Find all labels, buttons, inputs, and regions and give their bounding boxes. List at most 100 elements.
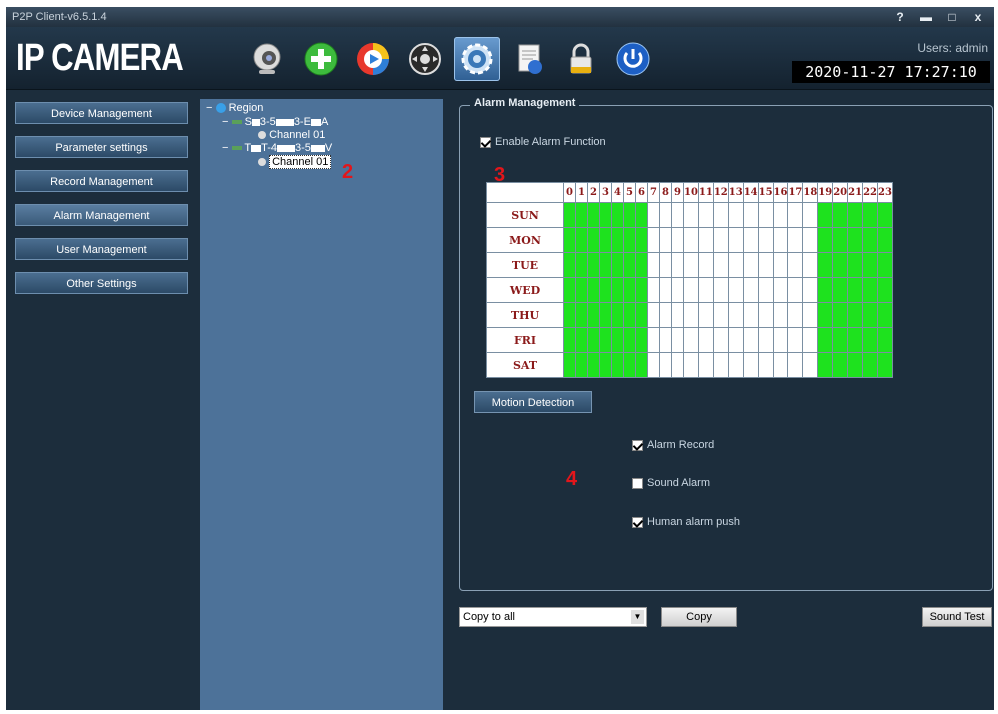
schedule-cell[interactable]: [599, 252, 612, 278]
schedule-cell[interactable]: [712, 302, 729, 328]
schedule-cell[interactable]: [876, 227, 893, 253]
schedule-cell[interactable]: [683, 252, 699, 278]
day-header[interactable]: MON: [486, 227, 564, 253]
schedule-cell[interactable]: [847, 352, 864, 378]
schedule-cell[interactable]: [575, 352, 588, 378]
schedule-cell[interactable]: [563, 302, 576, 328]
schedule-cell[interactable]: [757, 277, 774, 303]
hour-header[interactable]: 23: [876, 182, 893, 203]
sidebar-item-parameter-settings[interactable]: Parameter settings: [15, 136, 188, 158]
hour-header[interactable]: 8: [659, 182, 672, 203]
day-header[interactable]: SUN: [486, 202, 564, 228]
schedule-cell[interactable]: [817, 327, 834, 353]
schedule-cell[interactable]: [727, 302, 744, 328]
schedule-cell[interactable]: [697, 327, 714, 353]
schedule-cell[interactable]: [611, 302, 624, 328]
schedule-cell[interactable]: [817, 352, 834, 378]
schedule-cell[interactable]: [742, 352, 759, 378]
schedule-cell[interactable]: [847, 302, 864, 328]
sidebar-item-user-management[interactable]: User Management: [15, 238, 188, 260]
schedule-cell[interactable]: [659, 327, 672, 353]
day-header[interactable]: FRI: [486, 327, 564, 353]
lock-button[interactable]: [558, 37, 604, 81]
schedule-cell[interactable]: [802, 277, 819, 303]
schedule-cell[interactable]: [727, 352, 744, 378]
schedule-cell[interactable]: [847, 277, 864, 303]
schedule-cell[interactable]: [683, 352, 699, 378]
schedule-cell[interactable]: [832, 277, 849, 303]
schedule-cell[interactable]: [587, 227, 600, 253]
motion-detection-button[interactable]: Motion Detection: [474, 391, 592, 413]
hour-header[interactable]: 18: [802, 182, 819, 203]
schedule-cell[interactable]: [659, 252, 672, 278]
schedule-cell[interactable]: [635, 327, 648, 353]
sidebar-item-other-settings[interactable]: Other Settings: [15, 272, 188, 294]
schedule-cell[interactable]: [575, 302, 588, 328]
schedule-cell[interactable]: [802, 252, 819, 278]
schedule-cell[interactable]: [575, 252, 588, 278]
schedule-cell[interactable]: [876, 252, 893, 278]
schedule-cell[interactable]: [563, 277, 576, 303]
schedule-cell[interactable]: [802, 327, 819, 353]
schedule-cell[interactable]: [697, 352, 714, 378]
schedule-cell[interactable]: [623, 327, 636, 353]
schedule-cell[interactable]: [697, 277, 714, 303]
schedule-cell[interactable]: [599, 227, 612, 253]
schedule-cell[interactable]: [742, 277, 759, 303]
maximize-button[interactable]: □: [942, 9, 962, 25]
schedule-cell[interactable]: [587, 302, 600, 328]
schedule-cell[interactable]: [587, 277, 600, 303]
schedule-cell[interactable]: [659, 352, 672, 378]
schedule-cell[interactable]: [832, 327, 849, 353]
schedule-cell[interactable]: [683, 302, 699, 328]
schedule-cell[interactable]: [635, 227, 648, 253]
schedule-cell[interactable]: [802, 352, 819, 378]
help-button[interactable]: ?: [890, 9, 910, 25]
schedule-cell[interactable]: [563, 227, 576, 253]
schedule-cell[interactable]: [712, 227, 729, 253]
schedule-cell[interactable]: [876, 277, 893, 303]
schedule-cell[interactable]: [623, 202, 636, 228]
schedule-cell[interactable]: [647, 277, 660, 303]
schedule-cell[interactable]: [611, 352, 624, 378]
schedule-cell[interactable]: [659, 277, 672, 303]
schedule-cell[interactable]: [847, 327, 864, 353]
schedule-cell[interactable]: [876, 302, 893, 328]
schedule-cell[interactable]: [587, 202, 600, 228]
tree-channel-1[interactable]: Channel 01: [258, 129, 325, 141]
schedule-cell[interactable]: [712, 202, 729, 228]
power-button[interactable]: [610, 37, 656, 81]
schedule-cell[interactable]: [712, 277, 729, 303]
hour-header[interactable]: 6: [635, 182, 648, 203]
hour-header[interactable]: 12: [712, 182, 729, 203]
hour-header[interactable]: 0: [563, 182, 576, 203]
schedule-cell[interactable]: [683, 227, 699, 253]
hour-header[interactable]: 4: [611, 182, 624, 203]
day-header[interactable]: TUE: [486, 252, 564, 278]
schedule-cell[interactable]: [611, 252, 624, 278]
schedule-cell[interactable]: [832, 252, 849, 278]
schedule-cell[interactable]: [623, 277, 636, 303]
schedule-cell[interactable]: [787, 227, 804, 253]
tree-device-1[interactable]: − S 3-5 3-E A: [222, 116, 328, 128]
schedule-cell[interactable]: [727, 202, 744, 228]
schedule-cell[interactable]: [671, 302, 684, 328]
schedule-cell[interactable]: [563, 202, 576, 228]
schedule-cell[interactable]: [727, 277, 744, 303]
schedule-cell[interactable]: [647, 227, 660, 253]
schedule-cell[interactable]: [772, 277, 789, 303]
schedule-cell[interactable]: [575, 327, 588, 353]
hour-header[interactable]: 21: [847, 182, 864, 203]
schedule-cell[interactable]: [787, 302, 804, 328]
schedule-cell[interactable]: [611, 327, 624, 353]
schedule-cell[interactable]: [683, 277, 699, 303]
schedule-cell[interactable]: [635, 277, 648, 303]
schedule-cell[interactable]: [787, 202, 804, 228]
schedule-cell[interactable]: [712, 327, 729, 353]
schedule-cell[interactable]: [772, 302, 789, 328]
alarm-record-checkbox[interactable]: Alarm Record: [632, 439, 714, 451]
hour-header[interactable]: 13: [727, 182, 744, 203]
schedule-cell[interactable]: [671, 252, 684, 278]
schedule-cell[interactable]: [599, 327, 612, 353]
schedule-cell[interactable]: [647, 252, 660, 278]
